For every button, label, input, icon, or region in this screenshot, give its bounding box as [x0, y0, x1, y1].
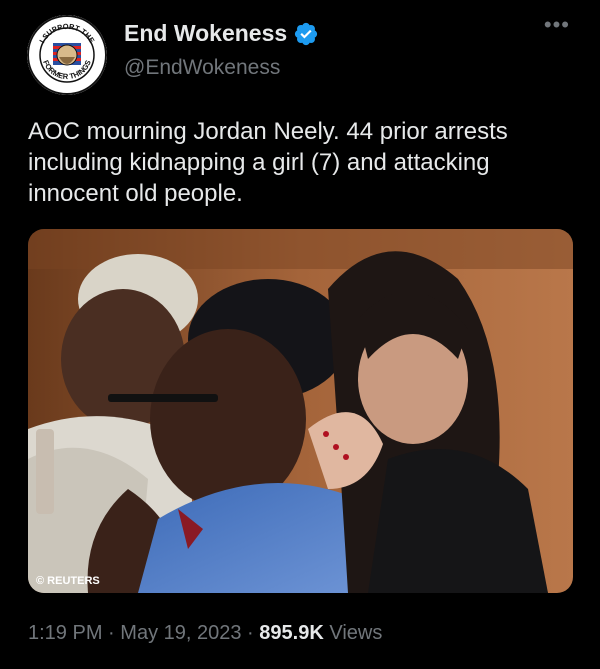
author-name-row[interactable]: End Wokeness — [124, 20, 319, 47]
meta-separator: · — [108, 622, 115, 644]
photo-image — [28, 229, 573, 593]
tweet-meta: 1:19 PM · May 19, 2023 · 895.9K Views — [28, 622, 382, 645]
avatar[interactable]: I SUPPORT THE FORMER THINGS — [27, 15, 107, 95]
tweet-text: AOC mourning Jordan Neely. 44 prior arre… — [28, 118, 508, 207]
views-label: Views — [329, 622, 383, 644]
photo-credit: © REUTERS — [36, 575, 100, 587]
verified-badge-icon — [295, 22, 318, 45]
tweet-photo[interactable]: © REUTERS — [28, 229, 573, 593]
avatar-logo-icon: I SUPPORT THE FORMER THINGS — [27, 15, 107, 95]
author-handle[interactable]: @EndWokeness — [124, 56, 280, 80]
more-options-icon[interactable]: ••• — [544, 14, 570, 36]
tweet-date[interactable]: May 19, 2023 — [120, 622, 241, 644]
tweet-time[interactable]: 1:19 PM — [28, 622, 102, 644]
author-name[interactable]: End Wokeness — [124, 20, 287, 47]
views-count[interactable]: 895.9K — [259, 622, 324, 644]
meta-separator: · — [247, 622, 254, 644]
